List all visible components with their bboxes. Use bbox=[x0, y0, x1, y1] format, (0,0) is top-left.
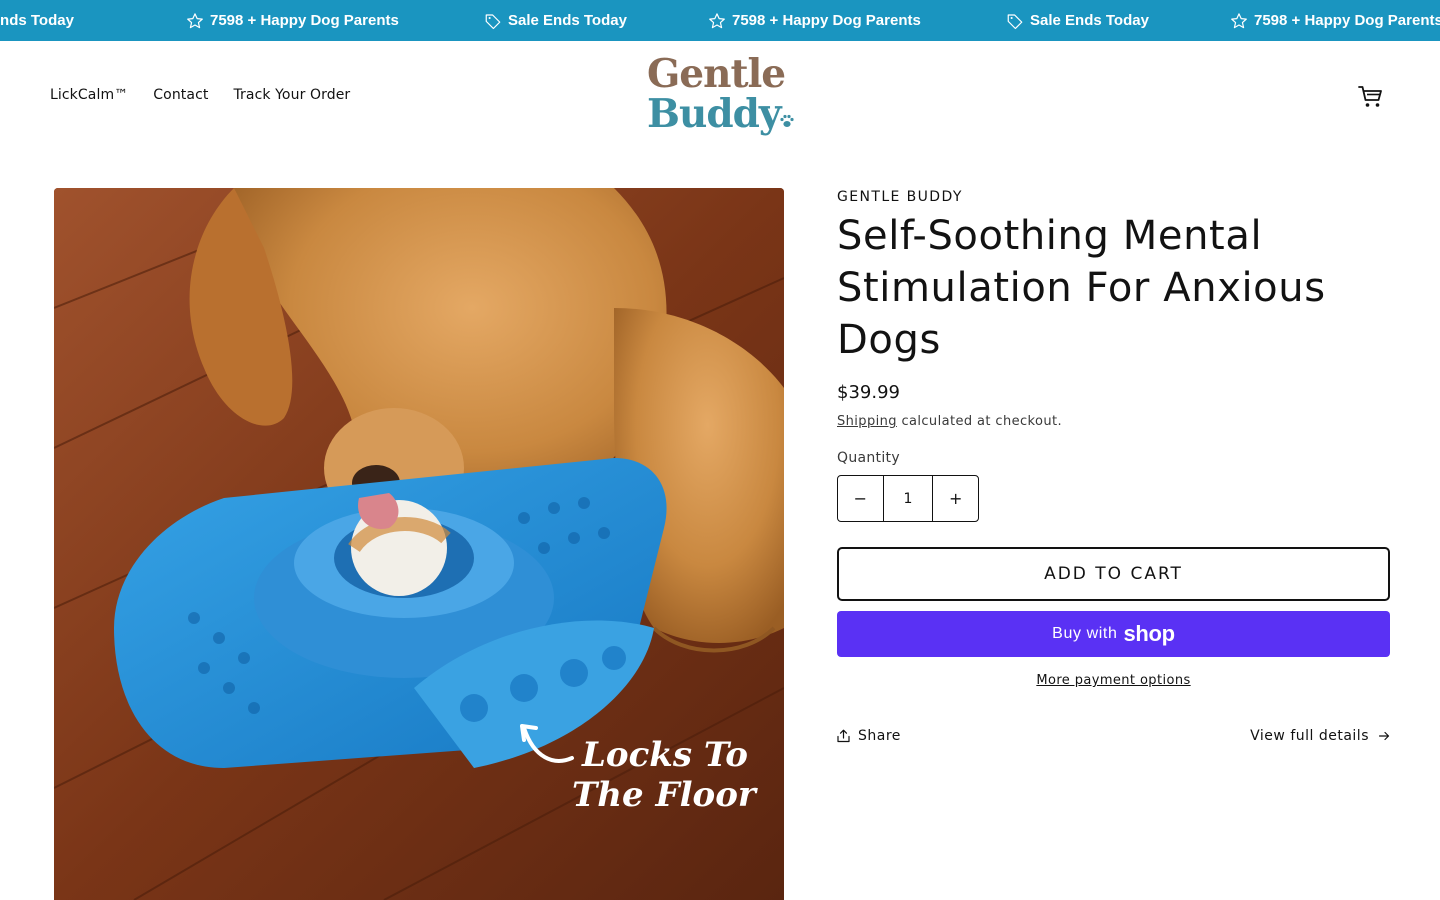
paw-icon bbox=[780, 114, 794, 127]
star-icon bbox=[709, 12, 725, 28]
cart-button[interactable] bbox=[1358, 85, 1384, 109]
view-full-details-link[interactable]: View full details bbox=[1250, 728, 1390, 744]
announcement-item: 7598 + Happy Dog Parents bbox=[186, 0, 399, 41]
more-payment-options: More payment options bbox=[837, 673, 1390, 688]
announcement-item: Sale Ends Today bbox=[0, 12, 74, 29]
share-button[interactable]: Share bbox=[837, 728, 901, 744]
quantity-label: Quantity bbox=[837, 450, 900, 466]
tag-icon bbox=[485, 13, 501, 29]
share-icon bbox=[837, 729, 850, 743]
quantity-increase-button[interactable]: + bbox=[933, 476, 978, 521]
more-payment-options-link[interactable]: More payment options bbox=[1036, 673, 1190, 688]
shipping-note: Shipping calculated at checkout. bbox=[837, 414, 1062, 429]
nav-link-lickcalm[interactable]: LickCalm™ bbox=[50, 87, 128, 103]
logo-line-1: Gentle bbox=[647, 51, 786, 97]
announcement-item: 7598 + Happy Dog Parents bbox=[708, 0, 921, 41]
product-photo: Locks To The Floor bbox=[54, 188, 784, 900]
main-nav: LickCalm™ Contact Track Your Order bbox=[50, 87, 375, 103]
product-vendor: GENTLE BUDDY bbox=[837, 189, 963, 205]
arrow-right-icon bbox=[1379, 731, 1390, 741]
quantity-input[interactable]: 1 bbox=[882, 476, 934, 521]
quantity-stepper: − 1 + bbox=[837, 475, 979, 522]
shipping-link[interactable]: Shipping bbox=[837, 414, 897, 429]
add-to-cart-button[interactable]: ADD TO CART bbox=[837, 547, 1390, 601]
overlay-text-line-1: Locks To bbox=[581, 735, 748, 775]
shop-pay-logo: shop bbox=[1123, 621, 1175, 646]
star-icon bbox=[187, 12, 203, 28]
star-icon bbox=[1231, 12, 1247, 28]
announcement-track: Sale Ends Today 7598 + Happy Dog Parents… bbox=[0, 0, 1440, 41]
tag-icon bbox=[1007, 13, 1023, 29]
cart-icon bbox=[1358, 86, 1382, 107]
quantity-decrease-button[interactable]: − bbox=[838, 476, 883, 521]
announcement-item: Sale Ends Today bbox=[484, 0, 627, 41]
overlay-text-line-2: The Floor bbox=[572, 775, 758, 815]
announcement-item: Sale Ends Today bbox=[1006, 0, 1149, 41]
shipping-text: calculated at checkout. bbox=[896, 414, 1063, 429]
nav-link-track-order[interactable]: Track Your Order bbox=[233, 87, 350, 103]
buy-with-shop-pay-button[interactable]: Buy with shop bbox=[837, 611, 1390, 657]
site-header: LickCalm™ Contact Track Your Order Gentl… bbox=[0, 41, 1440, 153]
nav-link-contact[interactable]: Contact bbox=[153, 87, 208, 103]
announcement-bar: Sale Ends Today 7598 + Happy Dog Parents… bbox=[0, 0, 1440, 41]
announcement-item: 7598 + Happy Dog Parents bbox=[1230, 0, 1440, 41]
product-title: Self-Soothing Mental Stimulation For Anx… bbox=[837, 213, 1326, 363]
product-price: $39.99 bbox=[837, 382, 900, 403]
site-logo[interactable]: Gentle Buddy bbox=[647, 52, 797, 142]
view-full-details-label: View full details bbox=[1250, 728, 1369, 744]
buy-with-label: Buy with bbox=[1052, 625, 1118, 642]
logo-line-2: Buddy bbox=[647, 91, 782, 137]
product-image[interactable]: Locks To The Floor bbox=[54, 188, 784, 900]
share-label: Share bbox=[858, 728, 901, 744]
